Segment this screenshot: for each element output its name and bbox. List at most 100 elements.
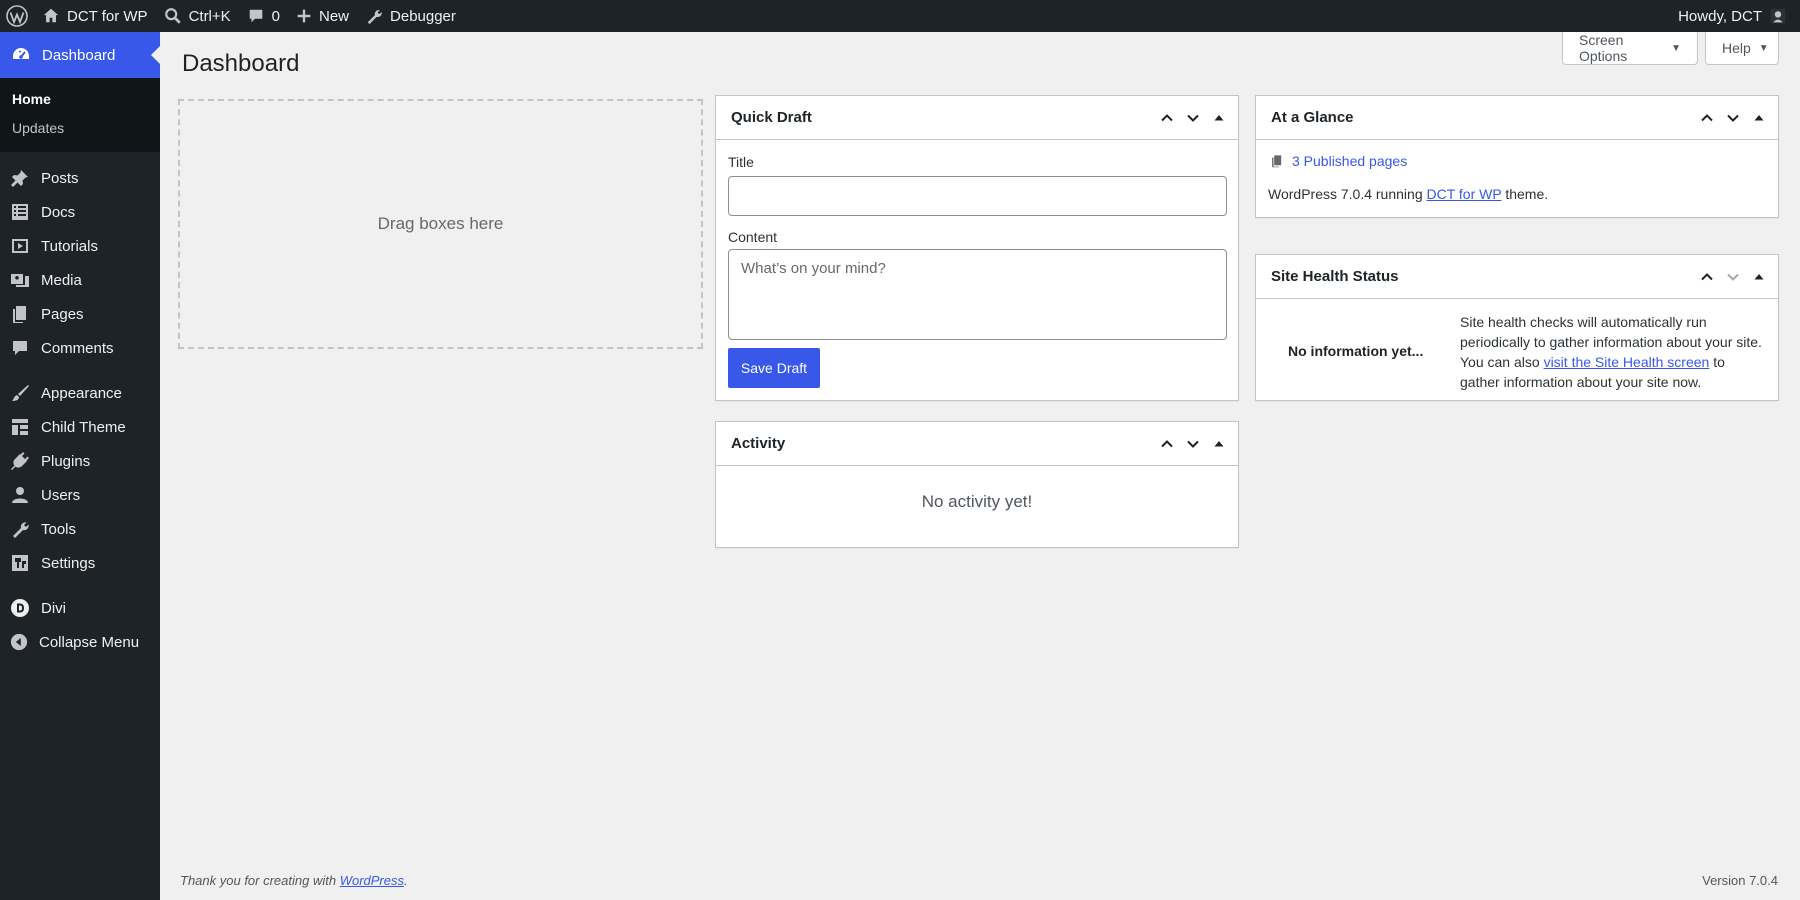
submenu-item-home[interactable]: Home: [0, 85, 160, 114]
sidebar-item-child-theme[interactable]: Child Theme: [0, 410, 160, 444]
sidebar-item-label: Comments: [41, 339, 114, 357]
published-pages-label: 3 Published pages: [1292, 153, 1408, 169]
site-health-description: Site health checks will automatically ru…: [1460, 312, 1765, 392]
page-icon: [10, 304, 30, 324]
wordpress-logo-icon[interactable]: [0, 0, 34, 32]
sidebar-item-label: Tools: [41, 520, 77, 538]
toggle-panel-icon[interactable]: [1206, 431, 1232, 457]
widget-header: Quick Draft: [716, 96, 1238, 140]
comments-link[interactable]: 0: [239, 0, 288, 32]
submenu-item-updates[interactable]: Updates: [0, 114, 160, 143]
screen-options-button[interactable]: Screen Options ▼: [1562, 32, 1698, 65]
sidebar-item-dashboard[interactable]: Dashboard: [0, 32, 160, 78]
move-down-icon[interactable]: [1720, 105, 1746, 131]
theme-link[interactable]: DCT for WP: [1427, 186, 1502, 202]
sidebar-item-divi[interactable]: Divi: [0, 591, 160, 625]
comment-icon: [247, 7, 265, 25]
sidebar-item-media[interactable]: Media: [0, 263, 160, 297]
move-down-icon: [1720, 264, 1746, 290]
save-draft-button[interactable]: Save Draft: [728, 348, 820, 388]
new-label: New: [319, 7, 350, 25]
site-health-link[interactable]: visit the Site Health screen: [1544, 354, 1710, 370]
sidebar-item-label: Settings: [41, 554, 96, 572]
site-name-label: DCT for WP: [67, 7, 148, 25]
dashboard-submenu: Home Updates: [0, 78, 160, 152]
widget-title: At a Glance: [1271, 109, 1354, 126]
content-field-label: Content: [728, 229, 778, 245]
admin-bar: DCT for WP Ctrl+K 0 New Debugger Howdy, …: [0, 0, 1800, 32]
toggle-panel-icon[interactable]: [1206, 105, 1232, 131]
grid-icon: [10, 417, 30, 437]
sidebar-item-label: Collapse Menu: [39, 633, 140, 651]
site-name-link[interactable]: DCT for WP: [34, 0, 156, 32]
video-icon: [10, 236, 30, 256]
widget-title: Site Health Status: [1271, 268, 1399, 285]
sliders-icon: [10, 553, 30, 573]
move-up-icon[interactable]: [1154, 105, 1180, 131]
site-health-status: No information yet...: [1288, 343, 1424, 359]
page-title: Dashboard: [182, 50, 300, 77]
admin-sidebar: Dashboard Home Updates Posts Docs Tutori…: [0, 32, 160, 900]
help-button[interactable]: Help ▼: [1705, 32, 1779, 65]
title-field-label: Title: [728, 154, 754, 170]
sidebar-item-label: Pages: [41, 305, 84, 323]
sidebar-item-label: Child Theme: [41, 418, 126, 436]
dashboard-icon: [11, 45, 31, 65]
command-palette-button[interactable]: Ctrl+K: [156, 0, 239, 32]
move-down-icon[interactable]: [1180, 105, 1206, 131]
footer-thanks-suffix: .: [404, 873, 408, 888]
home-icon: [42, 7, 60, 25]
version-info: WordPress 7.0.4 running DCT for WP theme…: [1268, 186, 1548, 202]
quick-draft-widget: Quick Draft Title Content Save Draft: [715, 95, 1239, 401]
sidebar-item-appearance[interactable]: Appearance: [0, 376, 160, 410]
media-icon: [10, 270, 30, 290]
sidebar-item-posts[interactable]: Posts: [0, 161, 160, 195]
at-a-glance-widget: At a Glance 3 Published pages WordPress …: [1255, 95, 1779, 218]
my-account-link[interactable]: Howdy, DCT: [1670, 0, 1800, 32]
widget-header: Activity: [716, 422, 1238, 466]
empty-activity-text: No activity yet!: [921, 492, 1033, 511]
sidebar-item-tools[interactable]: Tools: [0, 512, 160, 546]
sidebar-item-label: Media: [41, 271, 82, 289]
move-up-icon[interactable]: [1694, 264, 1720, 290]
caret-down-icon: ▼: [1758, 42, 1769, 54]
sidebar-item-tutorials[interactable]: Tutorials: [0, 229, 160, 263]
site-health-widget: Site Health Status No information yet...…: [1255, 254, 1779, 401]
wordpress-link[interactable]: WordPress: [340, 873, 404, 888]
comments-count: 0: [271, 7, 280, 25]
new-content-link[interactable]: New: [288, 0, 357, 32]
toggle-panel-icon[interactable]: [1746, 105, 1772, 131]
collapse-icon: [10, 633, 28, 651]
sidebar-item-pages[interactable]: Pages: [0, 297, 160, 331]
screen-options-label: Screen Options: [1579, 32, 1628, 64]
sidebar-item-docs[interactable]: Docs: [0, 195, 160, 229]
move-down-icon[interactable]: [1180, 431, 1206, 457]
footer-version: Version 7.0.4: [1702, 873, 1778, 888]
sidebar-item-label: Appearance: [41, 384, 122, 402]
sidebar-item-label: Users: [41, 486, 81, 504]
empty-drop-zone[interactable]: Drag boxes here: [178, 99, 703, 349]
debugger-label: Debugger: [390, 7, 456, 25]
move-up-icon[interactable]: [1694, 105, 1720, 131]
footer-thanks-prefix: Thank you for creating with: [180, 873, 340, 888]
divi-icon: [10, 598, 30, 618]
sidebar-item-comments[interactable]: Comments: [0, 331, 160, 365]
draft-content-input[interactable]: [728, 249, 1227, 340]
wrench-icon: [10, 519, 30, 539]
caret-down-icon: ▼: [1671, 42, 1681, 54]
activity-widget: Activity No activity yet!: [715, 421, 1239, 548]
sidebar-item-settings[interactable]: Settings: [0, 546, 160, 580]
sidebar-item-label: Posts: [41, 169, 79, 187]
collapse-menu-button[interactable]: Collapse Menu: [0, 625, 160, 659]
greeting-label: Howdy, DCT: [1678, 7, 1762, 25]
brush-icon: [10, 383, 30, 403]
draft-title-input[interactable]: [728, 176, 1227, 216]
toggle-panel-icon[interactable]: [1746, 264, 1772, 290]
move-up-icon[interactable]: [1154, 431, 1180, 457]
debugger-link[interactable]: Debugger: [357, 0, 464, 32]
wrench-icon: [365, 7, 383, 25]
search-icon: [164, 7, 182, 25]
sidebar-item-users[interactable]: Users: [0, 478, 160, 512]
published-pages-link[interactable]: 3 Published pages: [1270, 153, 1407, 169]
sidebar-item-plugins[interactable]: Plugins: [0, 444, 160, 478]
